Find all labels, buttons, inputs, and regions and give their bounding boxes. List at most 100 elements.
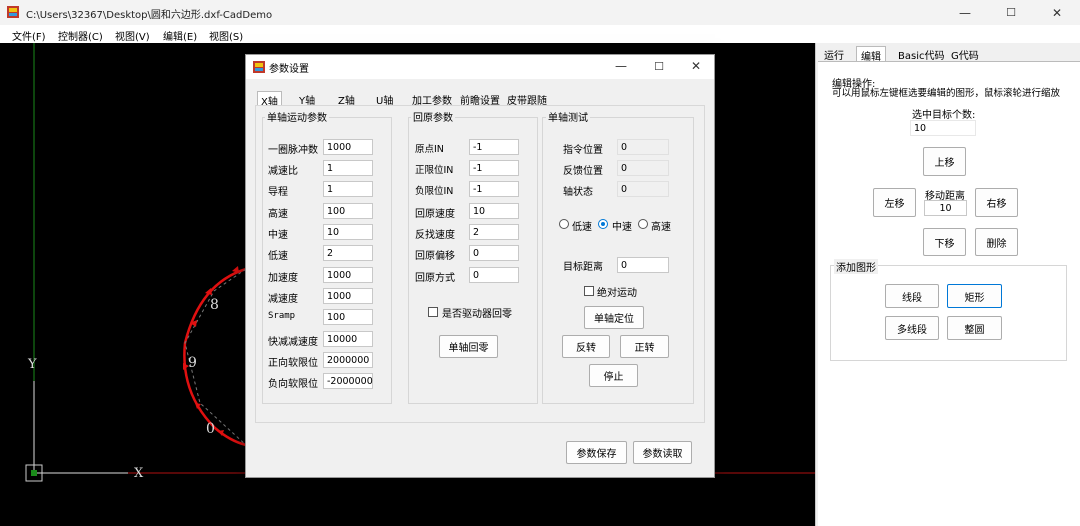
homing-field[interactable]: 2 [469, 224, 519, 240]
param-label: 加速度 [268, 273, 298, 284]
param-field[interactable]: 2000000 [323, 352, 373, 368]
add-polyline-button[interactable]: 多线段 [885, 316, 939, 340]
menu-edit[interactable]: 编辑(E) [163, 28, 197, 43]
homing-label: 反找速度 [415, 230, 455, 241]
menu-view-s[interactable]: 视图(S) [209, 28, 243, 43]
param-field[interactable]: 1000 [323, 139, 373, 155]
x-axis-label: X [134, 466, 144, 481]
homing-field[interactable]: 0 [469, 267, 519, 283]
dialog-minimize-button[interactable]: — [602, 55, 640, 77]
speed-high-label: 高速 [651, 222, 671, 233]
param-field[interactable]: -2000000 [323, 373, 373, 389]
dialog-close-button[interactable]: ✕ [678, 55, 714, 77]
selected-count-label: 选中目标个数: [912, 110, 976, 121]
absolute-move-checkbox[interactable] [584, 286, 594, 296]
tab-basic-code[interactable]: Basic代码 [894, 46, 948, 62]
window-title: C:\Users\32367\Desktop\圆和六边形.dxf-CadDemo [26, 10, 273, 21]
param-field[interactable]: 100 [323, 309, 373, 325]
move-up-button[interactable]: 上移 [923, 147, 966, 176]
param-label: 中速 [268, 230, 288, 241]
selected-count-field[interactable]: 10 [910, 120, 976, 136]
menu-controller[interactable]: 控制器(C) [58, 28, 103, 43]
move-right-button[interactable]: 右移 [975, 188, 1018, 217]
homing-field[interactable]: 10 [469, 203, 519, 219]
param-label: 减速度 [268, 294, 298, 305]
axis-locate-button[interactable]: 单轴定位 [584, 306, 644, 329]
param-label: 导程 [268, 187, 288, 198]
add-circle-button[interactable]: 整圆 [947, 316, 1002, 340]
speed-low-radio[interactable] [559, 219, 569, 229]
single-home-button[interactable]: 单轴回零 [439, 335, 498, 358]
close-icon: ✕ [690, 59, 702, 73]
homing-label: 回原方式 [415, 273, 455, 284]
delete-button[interactable]: 删除 [975, 228, 1018, 256]
param-label: 减速比 [268, 166, 298, 177]
homing-label: 回原速度 [415, 209, 455, 220]
param-dialog: 参数设置 — ☐ ✕ X轴 Y轴 Z轴 U轴 加工参数 前瞻设置 皮带跟随 单轴… [245, 54, 715, 478]
param-label: 高速 [268, 209, 288, 220]
param-label: 一圈脉冲数 [268, 145, 318, 156]
dialog-maximize-button[interactable]: ☐ [640, 55, 678, 77]
app-icon [253, 61, 265, 73]
single-axis-title: 单轴运动参数 [265, 109, 329, 124]
param-field[interactable]: 10000 [323, 331, 373, 347]
driver-home-checkbox[interactable] [428, 307, 438, 317]
point-label: 9 [188, 355, 197, 371]
move-down-button[interactable]: 下移 [923, 228, 966, 256]
minimize-icon: — [959, 5, 971, 20]
menu-bar: 文件(F) 控制器(C) 视图(V) 编辑(E) 视图(S) [0, 25, 1080, 43]
close-button[interactable]: ✕ [1034, 0, 1080, 25]
tab-run[interactable]: 运行 [820, 46, 848, 62]
forward-button[interactable]: 正转 [620, 335, 669, 358]
origin-dot [31, 470, 37, 476]
param-field[interactable]: 1 [323, 181, 373, 197]
load-params-button[interactable]: 参数读取 [633, 441, 692, 464]
target-distance-field[interactable]: 0 [617, 257, 669, 273]
homing-label: 负限位IN [415, 186, 454, 197]
save-params-button[interactable]: 参数保存 [566, 441, 627, 464]
tab-edit[interactable]: 编辑 [856, 46, 886, 63]
param-field[interactable]: 1 [323, 160, 373, 176]
param-field[interactable]: 100 [323, 203, 373, 219]
axis-test-title: 单轴测试 [546, 109, 590, 124]
move-distance-field[interactable]: 10 [924, 200, 967, 216]
param-label: 正向软限位 [268, 358, 318, 369]
right-panel: 运行 编辑 Basic代码 G代码 编辑操作: 可以用鼠标左键框选要编辑的图形，… [815, 43, 1080, 526]
add-shape-title: 添加图形 [834, 259, 878, 274]
add-rect-button[interactable]: 矩形 [947, 284, 1002, 308]
param-label: Sramp [268, 311, 296, 321]
stop-button[interactable]: 停止 [589, 364, 638, 387]
param-field[interactable]: 1000 [323, 288, 373, 304]
homing-label: 回原偏移 [415, 251, 455, 262]
param-label: 负向软限位 [268, 379, 318, 390]
speed-high-radio[interactable] [638, 219, 648, 229]
param-label: 低速 [268, 251, 288, 262]
param-field[interactable]: 10 [323, 224, 373, 240]
status-label: 轴状态 [563, 187, 593, 198]
status-label: 指令位置 [563, 145, 603, 156]
speed-mid-radio[interactable] [598, 219, 608, 229]
maximize-button[interactable]: ☐ [988, 0, 1034, 25]
homing-field[interactable]: -1 [469, 181, 519, 197]
reverse-button[interactable]: 反转 [562, 335, 610, 358]
tab-g-code[interactable]: G代码 [947, 46, 983, 62]
edit-instructions: 可以用鼠标左键框选要编辑的图形，鼠标滚轮进行缩放 [832, 88, 1061, 99]
close-icon: ✕ [1051, 5, 1063, 20]
homing-field[interactable]: -1 [469, 160, 519, 176]
param-field[interactable]: 2 [323, 245, 373, 261]
axis-state-field: 0 [617, 181, 669, 197]
speed-mid-label: 中速 [612, 222, 632, 233]
menu-view[interactable]: 视图(V) [115, 28, 150, 43]
homing-field[interactable]: 0 [469, 245, 519, 261]
arc-arrows [183, 266, 239, 436]
homing-field[interactable]: -1 [469, 139, 519, 155]
minimize-button[interactable]: — [942, 0, 988, 25]
add-line-button[interactable]: 线段 [885, 284, 939, 308]
y-axis-label: Y [28, 357, 37, 372]
dialog-titlebar: 参数设置 — ☐ ✕ [246, 55, 714, 79]
menu-file[interactable]: 文件(F) [12, 28, 46, 43]
move-left-button[interactable]: 左移 [873, 188, 916, 217]
status-label: 反馈位置 [563, 166, 603, 177]
target-distance-label: 目标距离 [563, 262, 603, 273]
param-field[interactable]: 1000 [323, 267, 373, 283]
